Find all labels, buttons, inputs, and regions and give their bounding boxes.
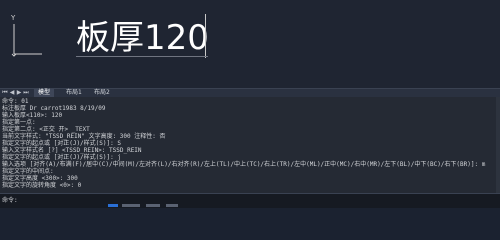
crosshair-cursor [205, 14, 206, 58]
first-tab-icon[interactable]: ⏮ [2, 89, 8, 97]
tab-nav-buttons: ⏮ ◀ ▶ ⏭ [2, 89, 29, 97]
status-indicator-icon[interactable] [166, 204, 178, 207]
last-tab-icon[interactable]: ⏭ [23, 89, 29, 97]
command-scrollbar[interactable] [496, 97, 500, 193]
command-line-input[interactable]: 命令: [0, 193, 500, 208]
ucs-y-label: Y [11, 14, 16, 22]
next-tab-icon[interactable]: ▶ [16, 89, 22, 97]
command-prompt: 命令: [2, 197, 18, 204]
text-object-board-thickness[interactable]: 板厚120 [76, 18, 209, 58]
tab-layout2[interactable]: 布局2 [90, 89, 114, 97]
command-history: 命令: 01 标注板厚 Dr carrot1983 8/19/09 输入板厚<1… [0, 97, 500, 193]
status-indicator-icon[interactable] [122, 204, 140, 207]
dimension-line[interactable] [76, 56, 208, 57]
status-indicator-icon[interactable] [108, 204, 118, 207]
layout-tab-bar: ⏮ ◀ ▶ ⏭ 模型 布局1 布局2 [0, 88, 500, 97]
history-line: 输入选项 [对齐(A)/布满(F)/居中(C)/中间(M)/左对齐(L)/右对齐… [2, 161, 486, 168]
tab-layout1[interactable]: 布局1 [62, 89, 86, 97]
status-indicator-icon[interactable] [146, 204, 160, 207]
drawing-viewport[interactable]: Y 板厚120 [0, 0, 500, 88]
tab-model[interactable]: 模型 [34, 89, 55, 97]
history-line: 指定文字的旋转角度 <0>: 0 [2, 182, 82, 189]
prev-tab-icon[interactable]: ◀ [9, 89, 15, 97]
